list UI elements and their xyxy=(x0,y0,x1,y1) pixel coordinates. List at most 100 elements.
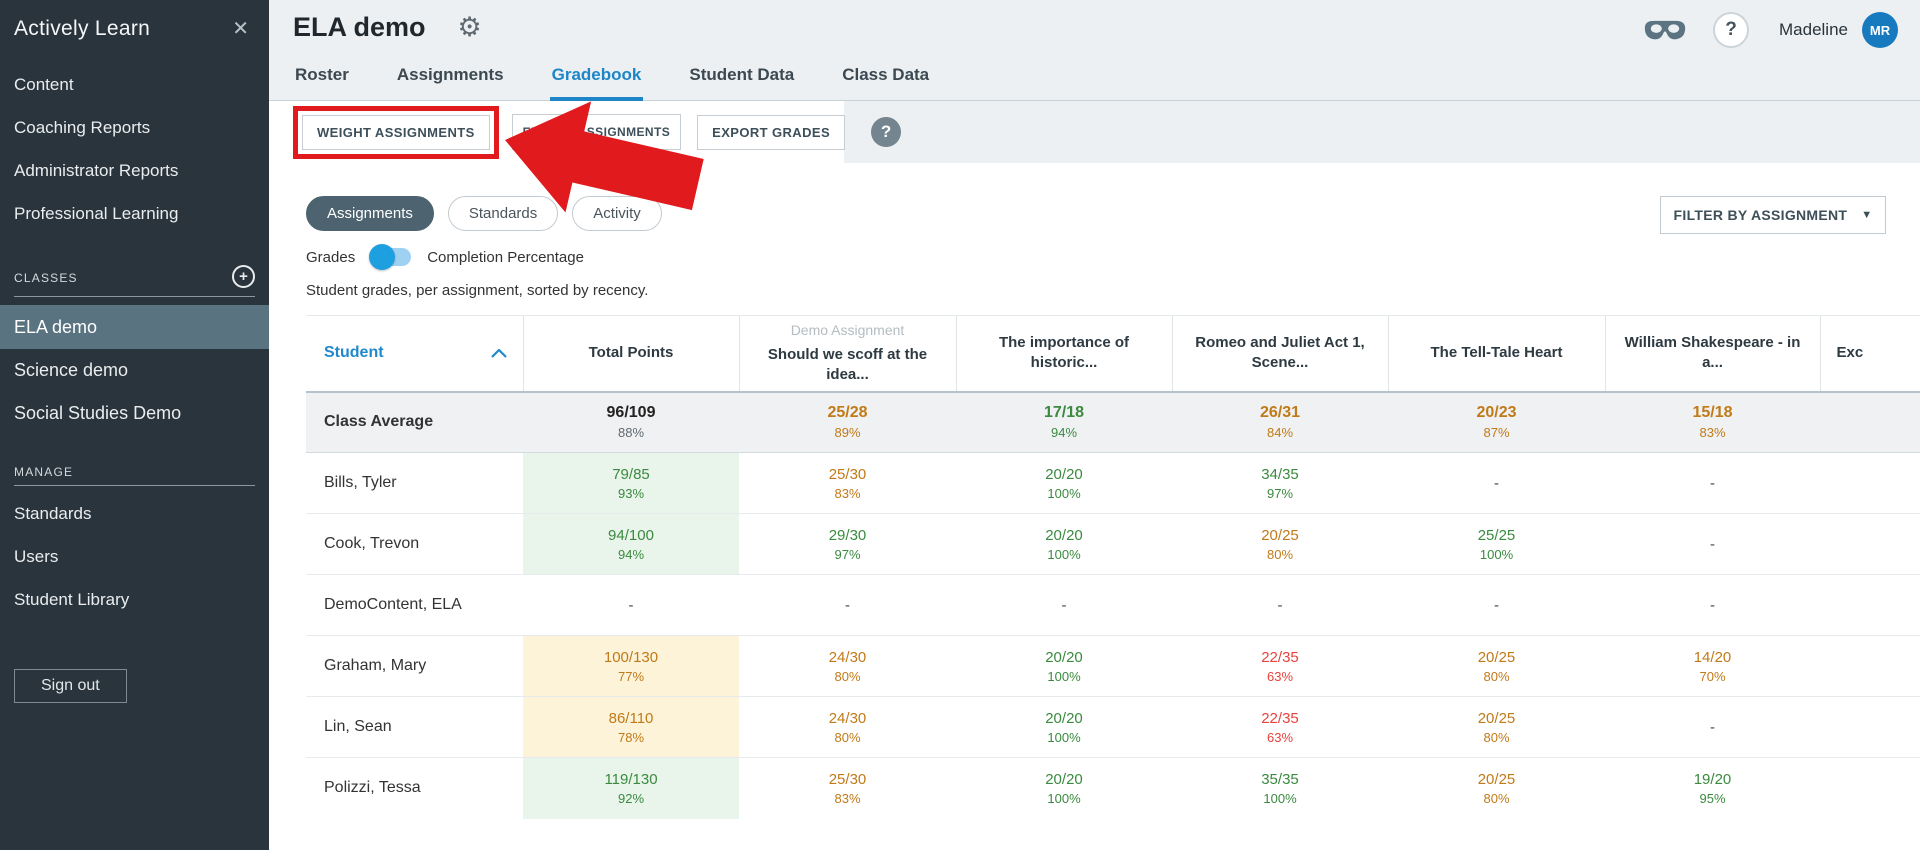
grade-cell[interactable]: 25/30 83% xyxy=(739,452,956,514)
grade-cell[interactable]: 15/18 83% xyxy=(1605,392,1820,453)
column-header[interactable]: Demo Assignment Should we scoff at the id… xyxy=(738,315,956,392)
grade-cell[interactable]: 20/25 80% xyxy=(1388,635,1605,697)
grade-cell[interactable]: 119/130 92% xyxy=(523,757,739,819)
help-icon[interactable]: ? xyxy=(1713,12,1749,48)
grade-cell[interactable]: 20/20 100% xyxy=(956,696,1172,758)
column-header[interactable]: The importance of historic... xyxy=(955,315,1172,392)
column-header[interactable]: Total Points xyxy=(522,315,739,392)
grade-cell[interactable]: 25/25 100% xyxy=(1388,513,1605,575)
column-header[interactable]: Exc xyxy=(1819,315,1920,392)
manage-section-header: MANAGE xyxy=(14,465,255,486)
sidebar-item-users[interactable]: Users xyxy=(0,535,269,578)
student-name-cell: Bills, Tyler xyxy=(306,452,523,514)
sort-ascending-icon xyxy=(490,348,507,358)
tab-assignments[interactable]: Assignments xyxy=(395,65,506,101)
grade-cell: - xyxy=(1388,574,1605,636)
grade-cell[interactable]: 20/25 80% xyxy=(1172,513,1388,575)
grade-cell[interactable]: 25/30 83% xyxy=(739,757,956,819)
grade-cell[interactable]: 26/31 84% xyxy=(1172,392,1388,453)
column-header-student[interactable]: Student xyxy=(306,315,523,392)
grade-cell[interactable]: 22/35 63% xyxy=(1172,635,1388,697)
avatar[interactable]: MR xyxy=(1862,12,1898,48)
tab-gradebook[interactable]: Gradebook xyxy=(549,65,644,101)
close-sidebar-icon[interactable]: ✕ xyxy=(232,16,249,41)
column-header[interactable]: Romeo and Juliet Act 1, Scene... xyxy=(1171,315,1388,392)
student-column-label: Student xyxy=(324,344,384,362)
grade-cell[interactable]: 20/20 100% xyxy=(956,757,1172,819)
grade-cell[interactable]: 35/35 100% xyxy=(1172,757,1388,819)
grade-cell xyxy=(1820,392,1920,453)
grade-cell[interactable]: 25/28 89% xyxy=(739,392,956,453)
grade-cell[interactable]: 20/23 87% xyxy=(1388,392,1605,453)
grade-cell[interactable]: 20/25 80% xyxy=(1388,696,1605,758)
user-name[interactable]: Madeline xyxy=(1779,20,1848,40)
weight-assignments-button[interactable]: WEIGHT ASSIGNMENTS xyxy=(302,114,490,150)
grade-cell[interactable]: 20/20 100% xyxy=(956,635,1172,697)
sidebar-item-professional-learning[interactable]: Professional Learning xyxy=(0,192,269,235)
gradebook-caption: Student grades, per assignment, sorted b… xyxy=(306,282,649,299)
sidebar-item-student-library[interactable]: Student Library xyxy=(0,578,269,621)
tab-class-data[interactable]: Class Data xyxy=(840,65,931,101)
grade-cell[interactable]: 14/20 70% xyxy=(1605,635,1820,697)
masquerade-mask-icon[interactable] xyxy=(1643,18,1687,42)
grade-cell[interactable]: 22/35 63% xyxy=(1172,696,1388,758)
grade-cell[interactable]: 17/18 94% xyxy=(956,392,1172,453)
grade-cell: - xyxy=(1605,513,1820,575)
grade-cell[interactable]: 100/130 77% xyxy=(523,635,739,697)
grade-cell[interactable]: 20/25 80% xyxy=(1388,757,1605,819)
column-header[interactable]: William Shakespeare - in a... xyxy=(1604,315,1820,392)
student-row: DemoContent, ELA - - - - - - xyxy=(306,574,1920,636)
app-logo: Actively Learn xyxy=(14,16,151,40)
grade-cell[interactable]: 20/20 100% xyxy=(956,452,1172,514)
sidebar-item-administrator-reports[interactable]: Administrator Reports xyxy=(0,149,269,192)
sidebar-item-content[interactable]: Content xyxy=(0,63,269,106)
grade-cell[interactable]: 34/35 97% xyxy=(1172,452,1388,514)
grade-cell[interactable]: 20/20 100% xyxy=(956,513,1172,575)
grade-cell[interactable]: 94/100 94% xyxy=(523,513,739,575)
filter-by-assignment-button[interactable]: FILTER BY ASSIGNMENT ▼ xyxy=(1660,196,1886,234)
student-row: Graham, Mary 100/130 77% 24/30 80% 20/20 100% 2… xyxy=(306,635,1920,697)
student-name-cell: DemoContent, ELA xyxy=(306,574,523,636)
pill-assignments[interactable]: Assignments xyxy=(306,196,434,231)
grade-cell[interactable]: 19/20 95% xyxy=(1605,757,1820,819)
sidebar-class-social-studies-demo[interactable]: Social Studies Demo xyxy=(0,392,269,435)
pill-standards[interactable]: Standards xyxy=(447,196,559,231)
student-name-cell: Cook, Trevon xyxy=(306,513,523,575)
toggle-label-completion: Completion Percentage xyxy=(427,248,584,266)
sidebar-item-standards[interactable]: Standards xyxy=(0,492,269,535)
grade-cell[interactable]: 24/30 80% xyxy=(739,696,956,758)
grade-cell[interactable]: 29/30 97% xyxy=(739,513,956,575)
grades-completion-toggle[interactable] xyxy=(369,244,412,270)
grade-cell xyxy=(1820,696,1920,758)
grade-cell[interactable]: 24/30 80% xyxy=(739,635,956,697)
annotation-highlight-box: WEIGHT ASSIGNMENTS xyxy=(293,105,499,159)
sidebar-item-coaching-reports[interactable]: Coaching Reports xyxy=(0,106,269,149)
column-header-toplabel: Demo Assignment xyxy=(790,322,905,339)
gradebook-toolbar: WEIGHT ASSIGNMENTS EXCUSE ASSIGNMENTS EX… xyxy=(269,101,1920,163)
tab-roster[interactable]: Roster xyxy=(293,65,351,101)
grade-cell[interactable]: 79/85 93% xyxy=(523,452,739,514)
chevron-down-icon: ▼ xyxy=(1861,209,1873,221)
export-grades-button[interactable]: EXPORT GRADES xyxy=(697,114,846,150)
grade-cell xyxy=(1820,757,1920,819)
classes-label: CLASSES xyxy=(14,270,78,285)
gradebook-table: Student Total Points Demo Assignment Shoul… xyxy=(306,315,1920,819)
tab-student-data[interactable]: Student Data xyxy=(687,65,796,101)
column-header[interactable]: The Tell-Tale Heart xyxy=(1387,315,1605,392)
classes-section-header: CLASSES + xyxy=(14,265,255,297)
class-settings-gear-icon[interactable]: ⚙ xyxy=(458,14,482,41)
grade-cell: - xyxy=(523,574,739,636)
excuse-assignments-button[interactable]: EXCUSE ASSIGNMENTS xyxy=(511,114,682,150)
pill-activity[interactable]: Activity xyxy=(572,196,662,231)
student-row: Bills, Tyler 79/85 93% 25/30 83% 20/20 100% 34/… xyxy=(306,452,1920,514)
add-class-icon[interactable]: + xyxy=(232,265,255,288)
sign-out-button[interactable]: Sign out xyxy=(14,669,127,703)
sidebar-class-science-demo[interactable]: Science demo xyxy=(0,349,269,392)
gradebook-help-icon[interactable]: ? xyxy=(871,117,902,147)
page-title: ELA demo xyxy=(293,12,426,42)
gradebook-content: Assignments Standards Activity FILTER BY… xyxy=(269,163,1920,819)
sidebar-class-ela-demo[interactable]: ELA demo xyxy=(0,305,269,349)
grade-cell[interactable]: 96/109 88% xyxy=(523,392,739,453)
grade-cell[interactable]: 86/110 78% xyxy=(523,696,739,758)
student-name-cell: Class Average xyxy=(324,413,434,431)
